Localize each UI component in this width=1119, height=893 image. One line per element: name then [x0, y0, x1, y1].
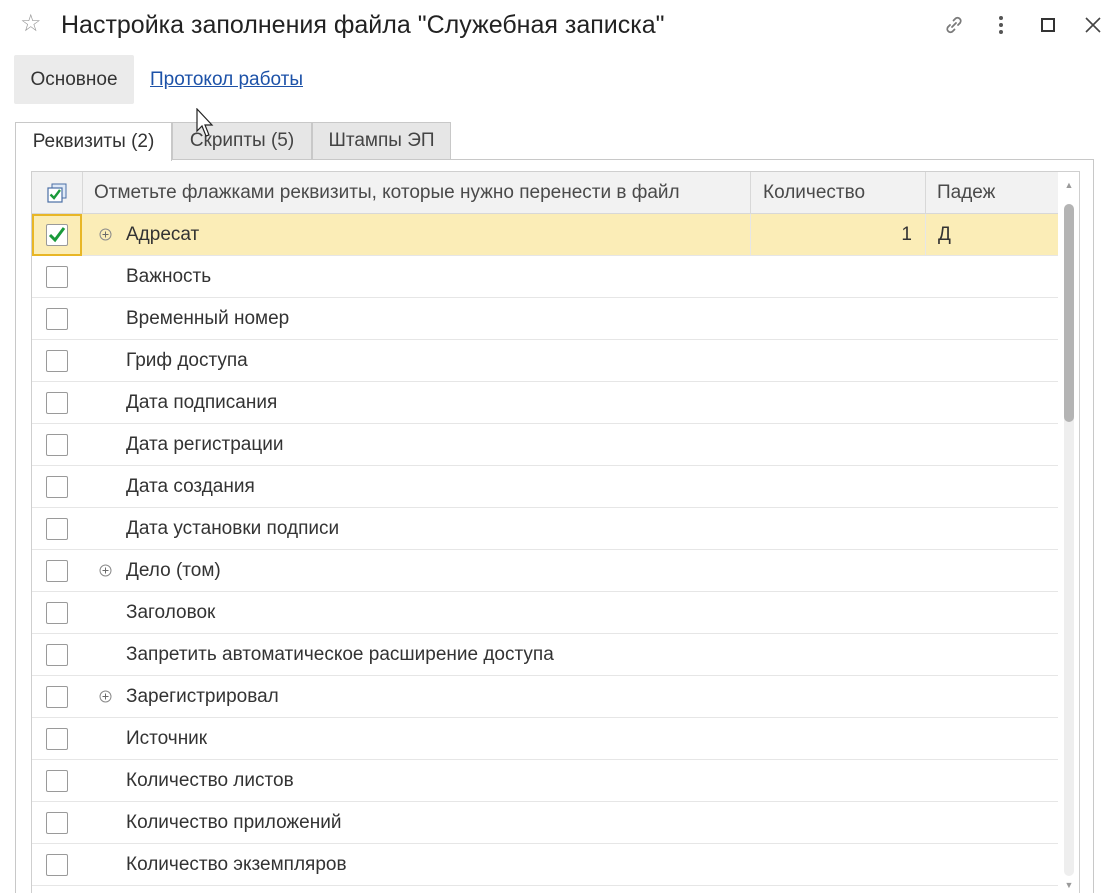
table-row[interactable]: Адресат 1 Д — [32, 214, 1058, 256]
table-row[interactable]: Зарегистрировал — [32, 676, 1058, 718]
protocol-link[interactable]: Протокол работы — [150, 67, 303, 93]
row-label: Адресат — [126, 224, 200, 245]
table-row[interactable]: Важность — [32, 256, 1058, 298]
table-row[interactable]: Заголовок — [32, 592, 1058, 634]
checkbox[interactable] — [46, 350, 68, 372]
row-label: Временный номер — [126, 308, 290, 329]
column-divider — [925, 214, 926, 256]
scroll-thumb[interactable] — [1064, 204, 1074, 422]
checkbox[interactable] — [46, 770, 68, 792]
requisites-table: Отметьте флажками реквизиты, которые нуж… — [31, 171, 1080, 893]
expand-icon[interactable] — [98, 689, 112, 703]
title-bar: ☆ Настройка заполнения файла "Служебная … — [0, 0, 1119, 52]
row-label: Заголовок — [126, 602, 216, 623]
table-row[interactable]: Количество экземпляров — [32, 844, 1058, 886]
star-icon[interactable]: ☆ — [20, 10, 42, 38]
table-row[interactable]: Количество листов — [32, 760, 1058, 802]
row-label: Количество приложений — [126, 812, 342, 833]
checkbox[interactable] — [46, 686, 68, 708]
checkbox-checked[interactable] — [46, 224, 68, 246]
row-count[interactable] — [752, 592, 912, 634]
checkbox[interactable] — [46, 812, 68, 834]
row-label: Дата регистрации — [126, 434, 284, 455]
table-row[interactable]: Дело (том) — [32, 550, 1058, 592]
row-count[interactable] — [752, 676, 912, 718]
checkbox[interactable] — [46, 644, 68, 666]
check-all-icon[interactable] — [46, 172, 70, 214]
table-row[interactable]: Дата создания — [32, 466, 1058, 508]
scroll-down-icon[interactable]: ▼ — [1062, 880, 1076, 890]
checkbox[interactable] — [46, 434, 68, 456]
row-label: Важность — [126, 266, 212, 287]
row-label: Зарегистрировал — [126, 686, 279, 707]
table-row[interactable]: Источник — [32, 718, 1058, 760]
checkbox[interactable] — [46, 266, 68, 288]
more-icon[interactable] — [984, 8, 1018, 42]
window-title: Настройка заполнения файла "Служебная за… — [61, 11, 665, 39]
tab-stamps[interactable]: Штампы ЭП — [312, 122, 451, 160]
row-count[interactable] — [752, 340, 912, 382]
link-icon[interactable] — [937, 8, 971, 42]
row-label: Количество листов — [126, 770, 294, 791]
table-header: Отметьте флажками реквизиты, которые нуж… — [32, 172, 1058, 214]
tab-scripts[interactable]: Скрипты (5) — [172, 122, 312, 160]
scroll-up-icon[interactable]: ▲ — [1062, 180, 1076, 190]
row-label: Дата подписания — [126, 392, 278, 413]
check-mark-icon — [48, 227, 66, 243]
column-header-case[interactable]: Падеж — [937, 172, 995, 214]
row-count[interactable]: 1 — [752, 214, 912, 256]
row-count[interactable] — [752, 256, 912, 298]
row-label: Дело (том) — [126, 560, 221, 581]
table-row[interactable]: Количество приложений — [32, 802, 1058, 844]
row-label: Дата установки подписи — [126, 518, 340, 539]
checkbox[interactable] — [46, 854, 68, 876]
row-label: Запретить автоматическое расширение дост… — [126, 644, 554, 665]
main-section-button[interactable]: Основное — [14, 55, 134, 104]
row-count[interactable] — [752, 424, 912, 466]
table-row[interactable]: Запретить автоматическое расширение дост… — [32, 634, 1058, 676]
checkbox[interactable] — [46, 560, 68, 582]
checkbox[interactable] — [46, 476, 68, 498]
expand-icon[interactable] — [98, 227, 112, 241]
table-row[interactable]: Дата регистрации — [32, 424, 1058, 466]
row-count[interactable] — [752, 508, 912, 550]
mouse-cursor-icon — [196, 107, 216, 143]
checkbox[interactable] — [46, 392, 68, 414]
row-case[interactable]: Д — [938, 214, 951, 256]
column-header-name[interactable]: Отметьте флажками реквизиты, которые нуж… — [94, 172, 680, 214]
checkbox[interactable] — [46, 308, 68, 330]
tab-requisites[interactable]: Реквизиты (2) — [15, 122, 172, 161]
row-count[interactable] — [752, 844, 912, 886]
close-icon[interactable] — [1076, 8, 1110, 42]
row-count[interactable] — [752, 382, 912, 424]
vertical-scrollbar[interactable]: ▲ ▼ — [1058, 172, 1079, 893]
checkbox[interactable] — [46, 602, 68, 624]
maximize-icon[interactable] — [1031, 8, 1065, 42]
row-count[interactable] — [752, 760, 912, 802]
row-count[interactable] — [752, 634, 912, 676]
row-count[interactable] — [752, 298, 912, 340]
column-divider — [750, 214, 751, 256]
row-label: Гриф доступа — [126, 350, 248, 371]
table-row[interactable]: Дата подписания — [32, 382, 1058, 424]
table-row[interactable]: Временный номер — [32, 298, 1058, 340]
checkbox[interactable] — [46, 518, 68, 540]
table-row[interactable]: Гриф доступа — [32, 340, 1058, 382]
column-header-count[interactable]: Количество — [763, 172, 865, 214]
row-count[interactable] — [752, 802, 912, 844]
row-count[interactable] — [752, 466, 912, 508]
expand-icon[interactable] — [98, 563, 112, 577]
row-count[interactable] — [752, 550, 912, 592]
row-label: Количество экземпляров — [126, 854, 347, 875]
row-label: Источник — [126, 728, 208, 749]
checkbox[interactable] — [46, 728, 68, 750]
row-count[interactable] — [752, 718, 912, 760]
row-label: Дата создания — [126, 476, 255, 497]
table-row[interactable]: Дата установки подписи — [32, 508, 1058, 550]
